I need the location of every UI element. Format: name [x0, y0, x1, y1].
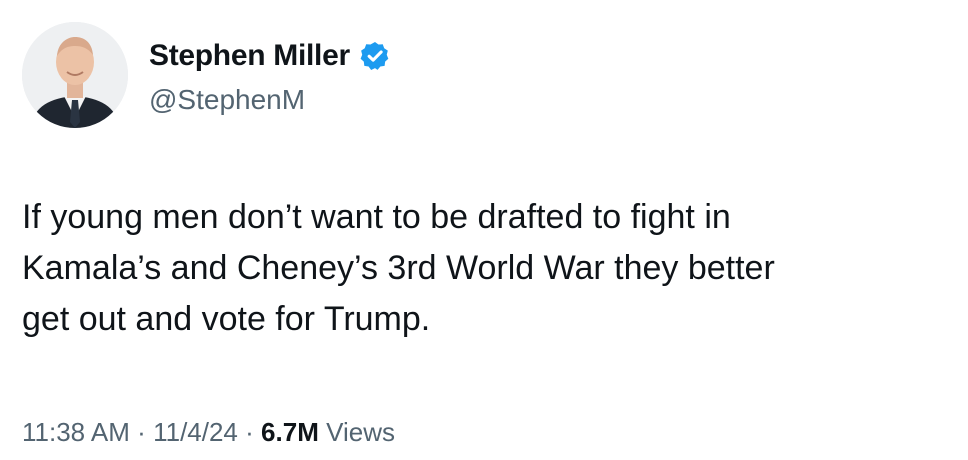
author-display-name[interactable]: Stephen Miller [149, 39, 350, 73]
meta-separator: · [245, 417, 254, 447]
views-count: 6.7M [261, 417, 319, 447]
profile-photo-icon [22, 22, 128, 128]
tweet-date[interactable]: 11/4/24 [153, 417, 238, 447]
tweet-time[interactable]: 11:38 AM [22, 417, 130, 447]
author-handle[interactable]: @StephenM [149, 84, 305, 116]
tweet-meta: 11:38 AM · 11/4/24 · 6.7M Views [22, 417, 395, 448]
views-label: Views [326, 417, 395, 447]
tweet-card: Stephen Miller @StephenM If young men do… [0, 0, 968, 460]
verified-badge-icon [359, 40, 391, 72]
avatar[interactable] [22, 22, 128, 128]
author-name-row: Stephen Miller [149, 36, 391, 76]
tweet-text: If young men don’t want to be drafted to… [22, 198, 775, 338]
meta-separator: · [137, 417, 146, 447]
